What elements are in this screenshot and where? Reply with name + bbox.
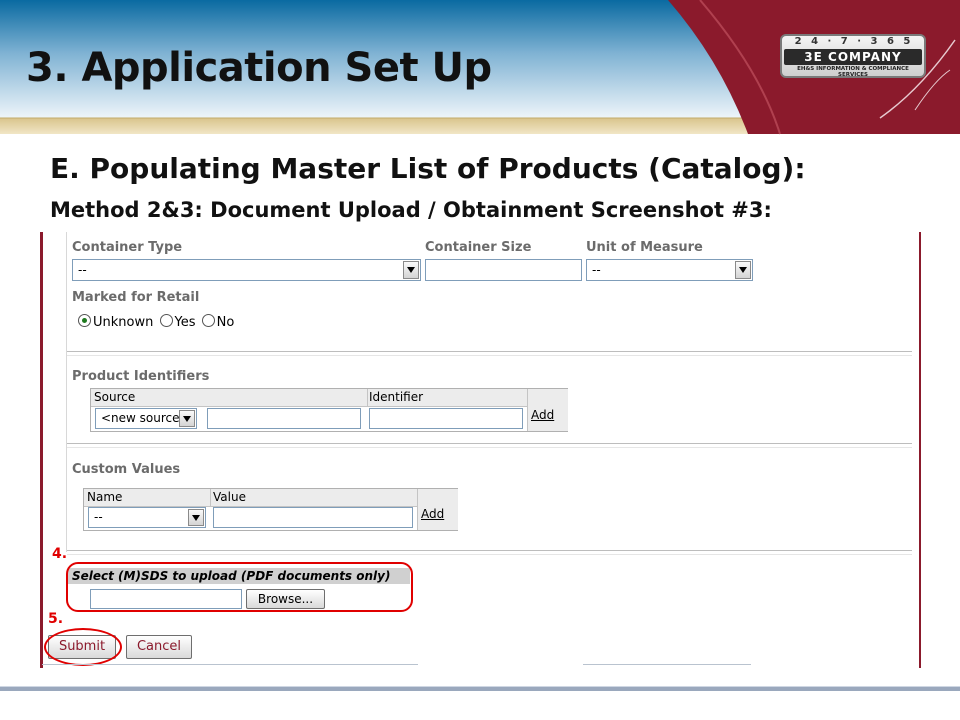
logo-line-2: 3E COMPANY: [784, 49, 922, 65]
screenshot-left-border: [40, 232, 43, 668]
radio-yes[interactable]: Yes: [159, 314, 196, 330]
grid-header-band: [84, 489, 417, 507]
logo-line-1: 2 4 · 7 · 3 6 5: [794, 36, 914, 47]
radio-unknown-label: Unknown: [93, 315, 154, 330]
dropdown-arrow-icon: [403, 261, 419, 279]
identifier-column-header: Identifier: [369, 390, 424, 404]
source-select[interactable]: <new source>: [95, 408, 197, 429]
custom-values-label: Custom Values: [72, 462, 181, 477]
upload-highlight-outline: [66, 562, 413, 612]
add-identifier-link[interactable]: Add: [531, 408, 554, 422]
radio-checked-icon: [78, 314, 91, 327]
add-custom-value-link[interactable]: Add: [421, 507, 444, 521]
screenshot-bottom-rule: [42, 664, 418, 665]
sub-heading: Method 2&3: Document Upload / Obtainment…: [50, 198, 772, 222]
section-divider: [67, 550, 912, 555]
section-divider: [67, 443, 912, 448]
source-text-input[interactable]: [207, 408, 361, 429]
grid-header-band: [91, 389, 527, 407]
marked-for-retail-label: Marked for Retail: [72, 290, 200, 305]
container-size-label: Container Size: [425, 240, 532, 255]
screenshot-inner-rule: [66, 232, 67, 552]
grid-column-rule: [367, 389, 368, 406]
radio-no[interactable]: No: [201, 314, 235, 330]
section-divider: [67, 351, 912, 356]
section-heading: E. Populating Master List of Products (C…: [50, 152, 806, 185]
marked-for-retail-radio-group: Unknown Yes No: [78, 314, 236, 330]
step-5-marker: 5.: [48, 611, 64, 627]
unit-of-measure-select[interactable]: --: [586, 259, 753, 281]
screenshot-right-border: [919, 232, 921, 668]
cancel-button[interactable]: Cancel: [126, 635, 192, 659]
product-identifiers-label: Product Identifiers: [72, 369, 210, 384]
form-screenshot: Container Type -- Container Size Unit of…: [40, 232, 921, 668]
company-logo: 2 4 · 7 · 3 6 5 3E COMPANY EH&S INFORMAT…: [780, 34, 928, 80]
radio-no-label: No: [216, 315, 235, 330]
container-type-select[interactable]: --: [72, 259, 421, 281]
source-column-header: Source: [94, 390, 136, 404]
source-select-value: <new source>: [101, 411, 190, 425]
identifier-input[interactable]: [369, 408, 523, 429]
custom-values-grid: Name Value -- Add: [83, 488, 458, 531]
submit-highlight-outline: [44, 628, 122, 666]
product-identifiers-grid: Source Identifier <new source> Add: [90, 388, 568, 432]
radio-unknown[interactable]: Unknown: [78, 314, 153, 330]
grid-column-rule: [210, 489, 211, 506]
radio-unchecked-icon: [201, 314, 215, 327]
dropdown-arrow-icon: [735, 261, 751, 279]
footer-rule: [0, 686, 960, 691]
unit-of-measure-value: --: [592, 263, 601, 277]
dropdown-arrow-icon: [188, 509, 204, 526]
radio-unchecked-icon: [159, 314, 173, 327]
name-column-header: Name: [87, 490, 123, 504]
custom-value-input[interactable]: [213, 507, 413, 528]
custom-name-value: --: [94, 510, 103, 524]
container-type-label: Container Type: [72, 240, 183, 255]
value-column-header: Value: [213, 490, 246, 504]
dropdown-arrow-icon: [179, 410, 195, 427]
unit-of-measure-label: Unit of Measure: [586, 240, 703, 255]
slide-title: 3. Application Set Up: [26, 45, 492, 91]
screenshot-bottom-rule: [583, 664, 751, 665]
container-size-input[interactable]: [425, 259, 582, 281]
radio-yes-label: Yes: [174, 315, 196, 330]
custom-name-select[interactable]: --: [88, 507, 206, 528]
step-4-marker: 4.: [52, 546, 68, 562]
logo-line-3: EH&S INFORMATION & COMPLIANCE SERVICES: [797, 66, 909, 78]
container-type-value: --: [78, 263, 87, 277]
